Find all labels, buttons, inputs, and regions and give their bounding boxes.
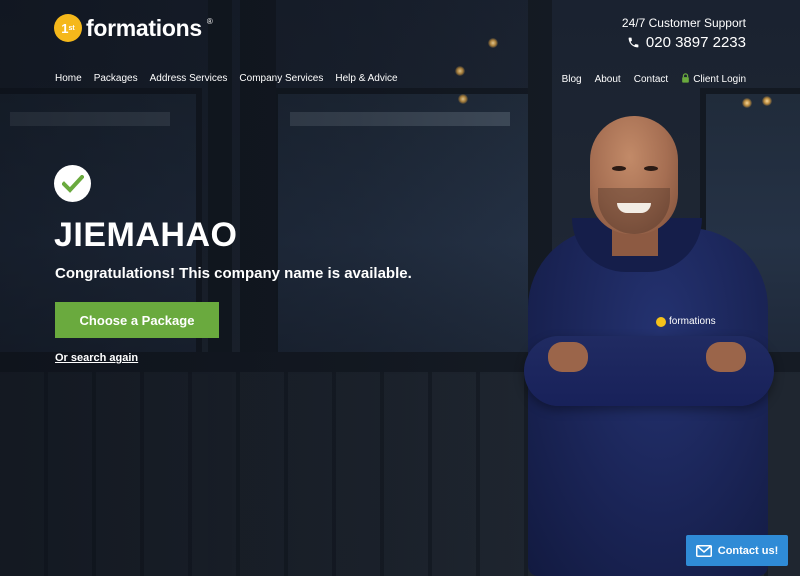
nav-address-services[interactable]: Address Services <box>150 73 228 84</box>
hero-person-photo: formations <box>520 110 780 576</box>
logo-badge: 1st <box>54 14 82 42</box>
hoodie-logo-text: formations <box>669 316 716 327</box>
nav-blog[interactable]: Blog <box>562 74 582 85</box>
check-icon <box>54 165 91 202</box>
choose-package-button[interactable]: Choose a Package <box>55 302 219 338</box>
contact-us-label: Contact us! <box>717 544 779 557</box>
nav-help-advice[interactable]: Help & Advice <box>335 73 397 84</box>
client-login-label: Client Login <box>693 74 746 85</box>
smile <box>617 203 651 213</box>
hoodie-logo: formations <box>656 316 716 327</box>
availability-message: Congratulations! This company name is av… <box>55 265 412 282</box>
company-name-heading: JIEMAHAO <box>54 216 238 254</box>
nav-packages[interactable]: Packages <box>94 73 138 84</box>
customer-support: 24/7 Customer Support 020 3897 2233 <box>622 16 746 51</box>
search-again-link[interactable]: Or search again <box>55 352 138 364</box>
logo-badge-number: 1 <box>61 20 69 36</box>
nav-client-login[interactable]: Client Login <box>681 73 746 85</box>
secondary-nav: Blog About Contact Client Login <box>562 73 746 85</box>
lock-icon <box>682 73 690 83</box>
eye <box>612 166 626 171</box>
logo-registered-mark: ® <box>206 17 213 26</box>
support-phone-link[interactable]: 020 3897 2233 <box>622 34 746 51</box>
check-mark <box>61 174 84 193</box>
hand <box>706 342 746 372</box>
logo-text: formations <box>86 14 202 41</box>
logo-badge-suffix: st <box>68 24 75 32</box>
eye <box>644 166 658 171</box>
hand <box>548 342 588 372</box>
phone-icon <box>628 37 639 48</box>
nav-company-services[interactable]: Company Services <box>239 73 323 84</box>
support-phone-number: 020 3897 2233 <box>645 34 746 51</box>
hoodie-logo-dot <box>656 316 666 327</box>
site-logo[interactable]: 1st formations ® <box>54 14 213 42</box>
nav-about[interactable]: About <box>595 74 621 85</box>
support-label: 24/7 Customer Support <box>621 16 746 30</box>
nav-home[interactable]: Home <box>55 73 82 84</box>
nav-contact[interactable]: Contact <box>634 74 668 85</box>
contact-us-widget[interactable]: Contact us! <box>686 535 788 566</box>
primary-nav: Home Packages Address Services Company S… <box>55 73 398 84</box>
mail-icon <box>695 544 712 557</box>
